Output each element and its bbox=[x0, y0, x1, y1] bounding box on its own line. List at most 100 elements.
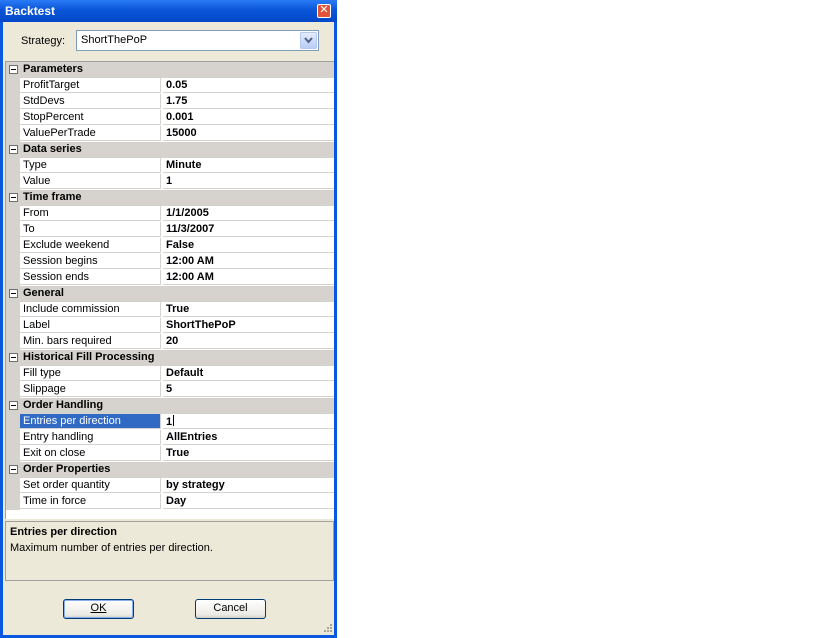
property-row[interactable]: Session begins 12:00 AM bbox=[6, 254, 334, 270]
property-name[interactable]: Type bbox=[20, 158, 161, 173]
property-name[interactable]: Min. bars required bbox=[20, 334, 161, 349]
property-value[interactable]: Minute bbox=[163, 158, 334, 173]
property-value-text: 15000 bbox=[166, 127, 197, 139]
collapse-icon[interactable] bbox=[9, 65, 18, 74]
property-value-text: Default bbox=[166, 367, 204, 379]
category-row[interactable]: Order Handling bbox=[6, 398, 334, 414]
property-name[interactable]: Label bbox=[20, 318, 161, 333]
collapse-icon[interactable] bbox=[9, 353, 18, 362]
property-row[interactable]: Time in force Day bbox=[6, 494, 334, 510]
resize-grip-icon[interactable] bbox=[322, 622, 333, 633]
property-grid[interactable]: Parameters ProfitTarget 0.05 StdDevs 1.75 Sto… bbox=[5, 61, 334, 519]
property-name[interactable]: To bbox=[20, 222, 161, 237]
property-value-text: 5 bbox=[166, 383, 173, 395]
property-value[interactable]: True bbox=[163, 446, 334, 461]
dropdown-button[interactable] bbox=[300, 32, 317, 49]
help-panel: Entries per direction Maximum number of … bbox=[5, 521, 334, 581]
property-row[interactable]: Session ends 12:00 AM bbox=[6, 270, 334, 286]
cancel-button[interactable]: Cancel bbox=[195, 599, 266, 619]
property-value[interactable]: True bbox=[163, 302, 334, 317]
property-value-text: 1 bbox=[166, 416, 173, 428]
property-value-editor[interactable]: 1 bbox=[163, 414, 334, 429]
strategy-value: ShortThePoP bbox=[81, 34, 148, 46]
property-name[interactable]: Include commission bbox=[20, 302, 161, 317]
property-value[interactable]: 11/3/2007 bbox=[163, 222, 334, 237]
property-name[interactable]: Entry handling bbox=[20, 430, 161, 445]
property-value[interactable]: 15000 bbox=[163, 126, 334, 141]
property-name[interactable]: Exit on close bbox=[20, 446, 161, 461]
property-value[interactable]: 12:00 AM bbox=[163, 254, 334, 269]
property-value[interactable]: 5 bbox=[163, 382, 334, 397]
property-row[interactable]: Entry handling AllEntries bbox=[6, 430, 334, 446]
property-value[interactable]: 12:00 AM bbox=[163, 270, 334, 285]
property-name[interactable]: Set order quantity bbox=[20, 478, 161, 493]
property-row[interactable]: Value 1 bbox=[6, 174, 334, 190]
collapse-icon[interactable] bbox=[9, 289, 18, 298]
property-value[interactable]: 0.05 bbox=[163, 78, 334, 93]
property-row[interactable]: Set order quantity by strategy bbox=[6, 478, 334, 494]
category-row[interactable]: Parameters bbox=[6, 62, 334, 78]
property-row[interactable]: StdDevs 1.75 bbox=[6, 94, 334, 110]
property-value[interactable]: by strategy bbox=[163, 478, 334, 493]
property-name[interactable]: Fill type bbox=[20, 366, 161, 381]
property-name[interactable]: ProfitTarget bbox=[20, 78, 161, 93]
property-name[interactable]: ValuePerTrade bbox=[20, 126, 161, 141]
property-row[interactable]: Entries per direction 1 bbox=[6, 414, 334, 430]
property-value[interactable]: Default bbox=[163, 366, 334, 381]
row-gutter bbox=[6, 126, 20, 142]
property-name[interactable]: Value bbox=[20, 174, 161, 189]
chevron-down-icon bbox=[304, 37, 313, 44]
property-row[interactable]: ProfitTarget 0.05 bbox=[6, 78, 334, 94]
strategy-dropdown[interactable]: ShortThePoP bbox=[76, 30, 319, 51]
property-name[interactable]: StopPercent bbox=[20, 110, 161, 125]
close-button[interactable]: ✕ bbox=[317, 4, 331, 18]
property-value[interactable]: AllEntries bbox=[163, 430, 334, 445]
close-icon: ✕ bbox=[319, 4, 329, 16]
collapse-icon[interactable] bbox=[9, 193, 18, 202]
category-row[interactable]: Historical Fill Processing bbox=[6, 350, 334, 366]
property-row[interactable]: Min. bars required 20 bbox=[6, 334, 334, 350]
category-row[interactable]: Data series bbox=[6, 142, 334, 158]
property-value[interactable]: 20 bbox=[163, 334, 334, 349]
row-gutter bbox=[6, 430, 20, 446]
property-name[interactable]: Session ends bbox=[20, 270, 161, 285]
property-row[interactable]: Include commission True bbox=[6, 302, 334, 318]
property-row[interactable]: From 1/1/2005 bbox=[6, 206, 334, 222]
property-value[interactable]: 0.001 bbox=[163, 110, 334, 125]
property-name[interactable]: Time in force bbox=[20, 494, 161, 509]
property-value[interactable]: False bbox=[163, 238, 334, 253]
property-value[interactable]: 1 bbox=[163, 174, 334, 189]
property-row[interactable]: Slippage 5 bbox=[6, 382, 334, 398]
property-value[interactable]: 1/1/2005 bbox=[163, 206, 334, 221]
ok-button[interactable]: OK bbox=[63, 599, 134, 619]
collapse-icon[interactable] bbox=[9, 465, 18, 474]
property-name[interactable]: Session begins bbox=[20, 254, 161, 269]
title-bar[interactable]: Backtest ✕ bbox=[0, 0, 337, 22]
category-row[interactable]: Time frame bbox=[6, 190, 334, 206]
property-row[interactable]: ValuePerTrade 15000 bbox=[6, 126, 334, 142]
property-row[interactable]: Exit on close True bbox=[6, 446, 334, 462]
property-row[interactable]: Exclude weekend False bbox=[6, 238, 334, 254]
property-row[interactable]: Fill type Default bbox=[6, 366, 334, 382]
property-name[interactable]: Exclude weekend bbox=[20, 238, 161, 253]
property-value-text: 1 bbox=[166, 175, 173, 187]
property-value[interactable]: Day bbox=[163, 494, 334, 509]
property-name[interactable]: Slippage bbox=[20, 382, 161, 397]
category-row[interactable]: Order Properties bbox=[6, 462, 334, 478]
property-name[interactable]: Entries per direction bbox=[20, 414, 161, 429]
category-name: Order Properties bbox=[23, 463, 111, 475]
row-gutter bbox=[6, 174, 20, 190]
property-name[interactable]: From bbox=[20, 206, 161, 221]
property-row[interactable]: Type Minute bbox=[6, 158, 334, 174]
property-row[interactable]: To 11/3/2007 bbox=[6, 222, 334, 238]
property-row[interactable]: StopPercent 0.001 bbox=[6, 110, 334, 126]
collapse-icon[interactable] bbox=[9, 401, 18, 410]
property-value[interactable]: 1.75 bbox=[163, 94, 334, 109]
row-gutter bbox=[6, 254, 20, 270]
category-row[interactable]: General bbox=[6, 286, 334, 302]
property-name[interactable]: StdDevs bbox=[20, 94, 161, 109]
collapse-icon[interactable] bbox=[9, 145, 18, 154]
property-value[interactable]: ShortThePoP bbox=[163, 318, 334, 333]
window-title: Backtest bbox=[5, 4, 56, 18]
property-row[interactable]: Label ShortThePoP bbox=[6, 318, 334, 334]
